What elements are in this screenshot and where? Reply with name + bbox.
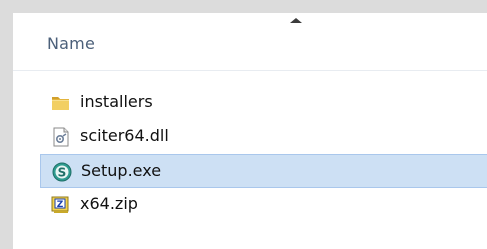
sort-ascending-icon bbox=[290, 18, 302, 23]
zip-archive-icon: Z bbox=[51, 195, 71, 215]
list-item-x64-zip[interactable]: Z x64.zip bbox=[40, 188, 487, 222]
list-item-setup-exe[interactable]: S Setup.exe bbox=[40, 154, 487, 188]
column-header-name[interactable]: Name bbox=[47, 34, 95, 53]
list-item-label: sciter64.dll bbox=[80, 126, 169, 145]
column-header-bar: Name bbox=[13, 13, 487, 70]
svg-text:Z: Z bbox=[57, 200, 64, 210]
dll-file-icon bbox=[51, 127, 71, 147]
svg-text:S: S bbox=[58, 166, 67, 180]
list-item-sciter64-dll[interactable]: sciter64.dll bbox=[40, 120, 487, 154]
folder-icon bbox=[51, 93, 71, 113]
list-item-label: installers bbox=[80, 92, 153, 111]
list-item-label: Setup.exe bbox=[81, 161, 162, 180]
list-item-label: x64.zip bbox=[80, 194, 138, 213]
file-list-pane: Name installers sciter64.dll S Setup.exe… bbox=[13, 13, 487, 249]
header-divider bbox=[13, 70, 487, 71]
list-item-installers[interactable]: installers bbox=[40, 86, 487, 120]
setup-exe-icon: S bbox=[52, 162, 72, 182]
